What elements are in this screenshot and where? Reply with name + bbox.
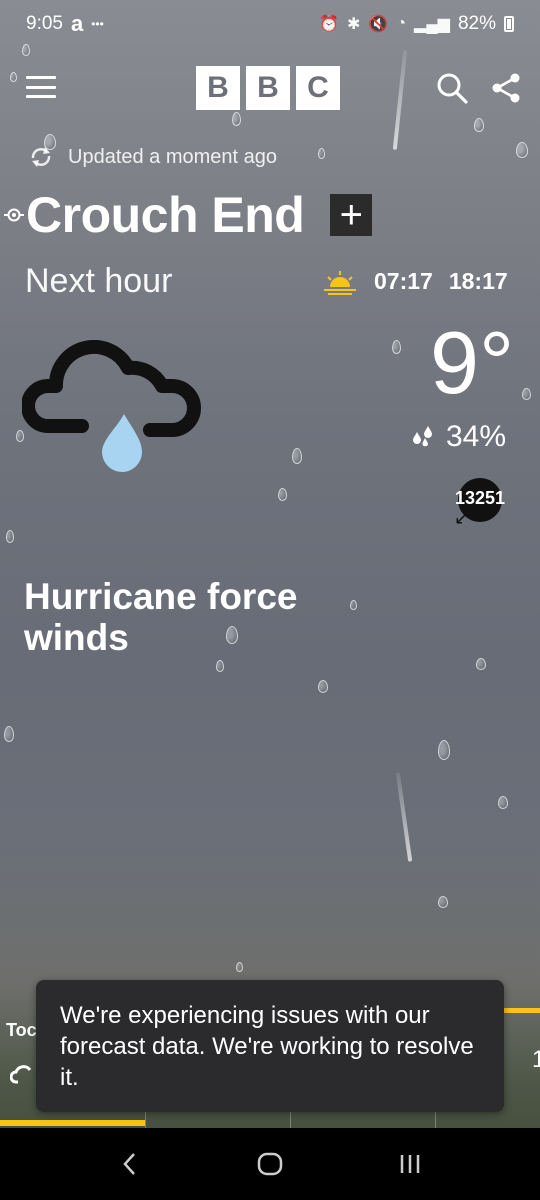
- logo-letter: B: [196, 66, 240, 110]
- signal-icon: ▂▄▆: [414, 16, 450, 33]
- sunrise-icon: [324, 270, 356, 295]
- bluetooth-icon: ✱: [347, 16, 361, 33]
- wind-indicator: 13251 ↙: [452, 478, 505, 528]
- wind-direction-arrow-icon: ↙: [454, 508, 470, 528]
- mute-icon: 🔇: [368, 16, 389, 33]
- error-toast: We're experiencing issues with our forec…: [36, 980, 504, 1112]
- wifi-icon: ◔: [396, 15, 407, 32]
- app-header: B B C: [0, 62, 540, 114]
- share-icon[interactable]: [490, 72, 522, 104]
- location-name[interactable]: Crouch End: [26, 186, 305, 244]
- alarm-icon: ⏰: [319, 16, 340, 33]
- selected-day-indicator: [0, 1120, 145, 1126]
- back-icon: [123, 1153, 135, 1175]
- more-notifications-icon: •••: [91, 17, 104, 31]
- system-nav-bar: [0, 1128, 540, 1200]
- sun-times: 07:17 18:17: [322, 268, 508, 295]
- recents-button[interactable]: [380, 1144, 440, 1184]
- bbc-logo[interactable]: B B C: [196, 66, 340, 110]
- raindrops-icon: [413, 426, 432, 447]
- search-icon[interactable]: [436, 72, 468, 104]
- updated-text: Updated a moment ago: [68, 145, 278, 168]
- last-updated[interactable]: Updated a moment ago: [28, 144, 277, 170]
- refresh-icon: [31, 147, 51, 167]
- temperature: 9°: [430, 313, 515, 412]
- cloud-rain-icon: [22, 340, 201, 472]
- recents-icon: [400, 1155, 420, 1173]
- battery-percent: 82%: [457, 13, 496, 34]
- precipitation-chance: 34%: [410, 420, 506, 454]
- precipitation-value: 34%: [446, 420, 507, 453]
- add-location-button[interactable]: +: [330, 194, 373, 236]
- today-label[interactable]: Toc: [6, 1020, 37, 1041]
- home-icon: [257, 1152, 283, 1176]
- logo-letter: B: [246, 66, 290, 110]
- battery-icon: [504, 16, 514, 32]
- status-time: 9:05: [26, 13, 63, 34]
- hamburger-menu-icon[interactable]: [26, 76, 56, 98]
- sunset-time: 18:17: [448, 268, 508, 294]
- weather-screen: 9:05 a ••• ⏰ ✱ 🔇 ◔ ▂▄▆ 82% B B C Updated…: [0, 0, 540, 1200]
- home-button[interactable]: [240, 1144, 300, 1184]
- logo-letter: C: [296, 66, 340, 110]
- amazon-icon: a: [70, 11, 84, 36]
- sunrise-time: 07:17: [374, 268, 433, 294]
- location-target-icon: [4, 208, 24, 222]
- accent-line: [500, 1008, 540, 1013]
- status-bar: 9:05 a ••• ⏰ ✱ 🔇 ◔ ▂▄▆ 82%: [0, 0, 540, 48]
- day-value-partial: 1: [532, 1046, 540, 1073]
- weather-description: Hurricane force winds: [24, 576, 298, 659]
- back-button[interactable]: [100, 1144, 160, 1184]
- forecast-period-label: Next hour: [25, 262, 173, 300]
- wind-speed: 13251: [454, 488, 506, 508]
- location-row: Crouch End +: [4, 186, 373, 244]
